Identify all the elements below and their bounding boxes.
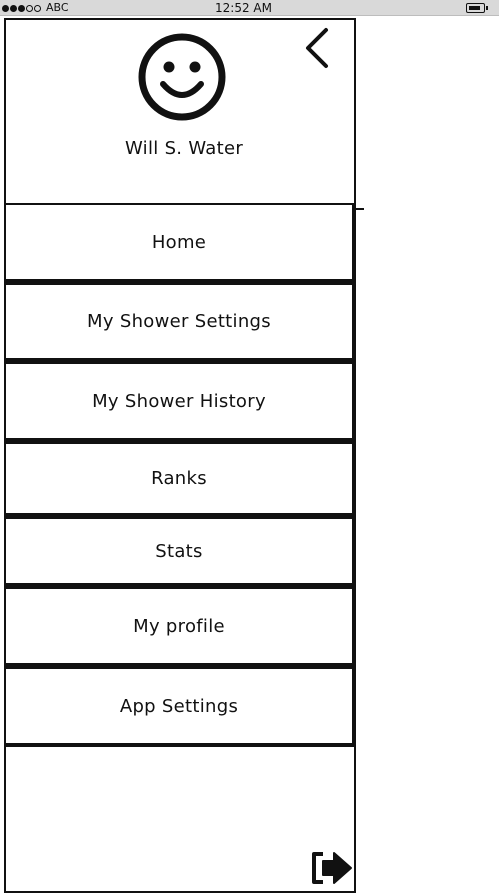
menu-item-label: Stats xyxy=(155,540,203,562)
chevron-left-icon[interactable] xyxy=(302,26,332,72)
signal-dot-icon xyxy=(10,4,17,12)
status-bar: ABC 12:52 AM xyxy=(0,0,499,16)
menu-item-ranks[interactable]: Ranks xyxy=(4,442,354,517)
status-time: 12:52 AM xyxy=(215,1,272,15)
menu-item-home[interactable]: Home xyxy=(4,203,354,283)
user-name: Will S. Water xyxy=(124,138,244,159)
logout-icon[interactable] xyxy=(309,848,354,888)
menu-item-label: My Shower Settings xyxy=(87,311,271,332)
menu-item-label: My profile xyxy=(133,615,225,637)
signal-dot-empty-icon xyxy=(34,4,41,12)
menu-item-shower-history[interactable]: My Shower History xyxy=(4,362,354,442)
signal-dot-icon xyxy=(2,4,9,12)
menu-item-label: Home xyxy=(151,231,207,253)
carrier-name: ABC xyxy=(46,1,69,14)
carrier-signal: ABC xyxy=(2,0,69,16)
menu-item-label: My Shower History xyxy=(92,390,266,412)
battery-icon xyxy=(466,3,488,13)
menu-item-label: Ranks xyxy=(151,468,207,489)
signal-dot-icon xyxy=(18,4,25,12)
smiley-face-icon xyxy=(138,33,226,121)
menu-item-shower-settings[interactable]: My Shower Settings xyxy=(4,283,354,362)
drawer-header: Will S. Water xyxy=(6,20,354,205)
menu-item-app-settings[interactable]: App Settings xyxy=(4,667,354,747)
menu-item-stats[interactable]: Stats xyxy=(4,517,354,587)
menu-item-label: App Settings xyxy=(119,695,239,717)
signal-dot-empty-icon xyxy=(26,4,33,12)
menu-item-my-profile[interactable]: My profile xyxy=(4,587,354,667)
